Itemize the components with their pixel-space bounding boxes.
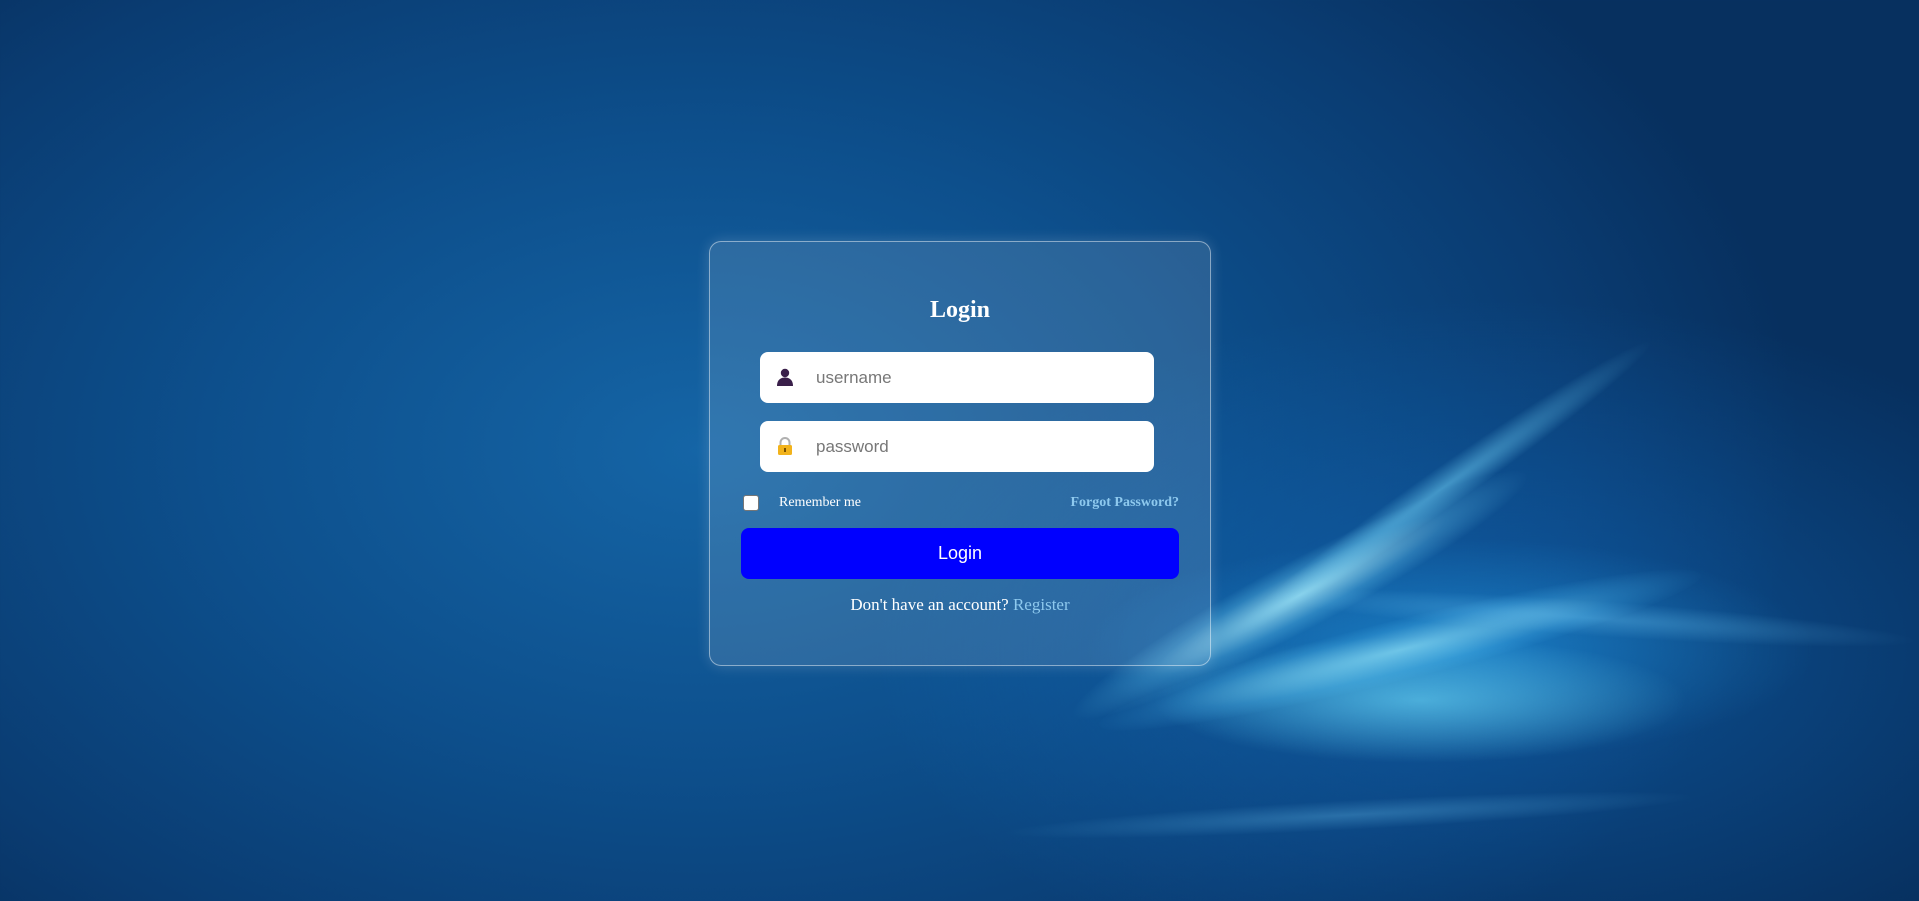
login-card: Login Remember me Forgot Password? Login… xyxy=(709,241,1211,666)
register-prompt: Don't have an account? xyxy=(850,595,1013,614)
background-light-streak xyxy=(1259,577,1919,659)
username-field-wrapper xyxy=(760,352,1154,403)
register-link[interactable]: Register xyxy=(1013,595,1070,614)
background-light-streak xyxy=(999,781,1701,849)
username-input[interactable] xyxy=(816,352,1136,403)
login-title: Login xyxy=(929,297,991,323)
register-row: Don't have an account? Register xyxy=(710,595,1210,615)
remember-me-label: Remember me xyxy=(779,495,862,510)
password-field-wrapper xyxy=(760,421,1154,472)
login-button[interactable]: Login xyxy=(741,528,1179,579)
forgot-password-link[interactable]: Forgot Password? xyxy=(1071,495,1180,511)
remember-row: Remember me Forgot Password? xyxy=(743,493,1179,515)
user-icon xyxy=(777,368,793,386)
password-input[interactable] xyxy=(816,421,1136,472)
lock-icon xyxy=(778,437,792,455)
background-light-streak xyxy=(1215,324,1665,656)
remember-me-checkbox[interactable] xyxy=(743,495,759,511)
